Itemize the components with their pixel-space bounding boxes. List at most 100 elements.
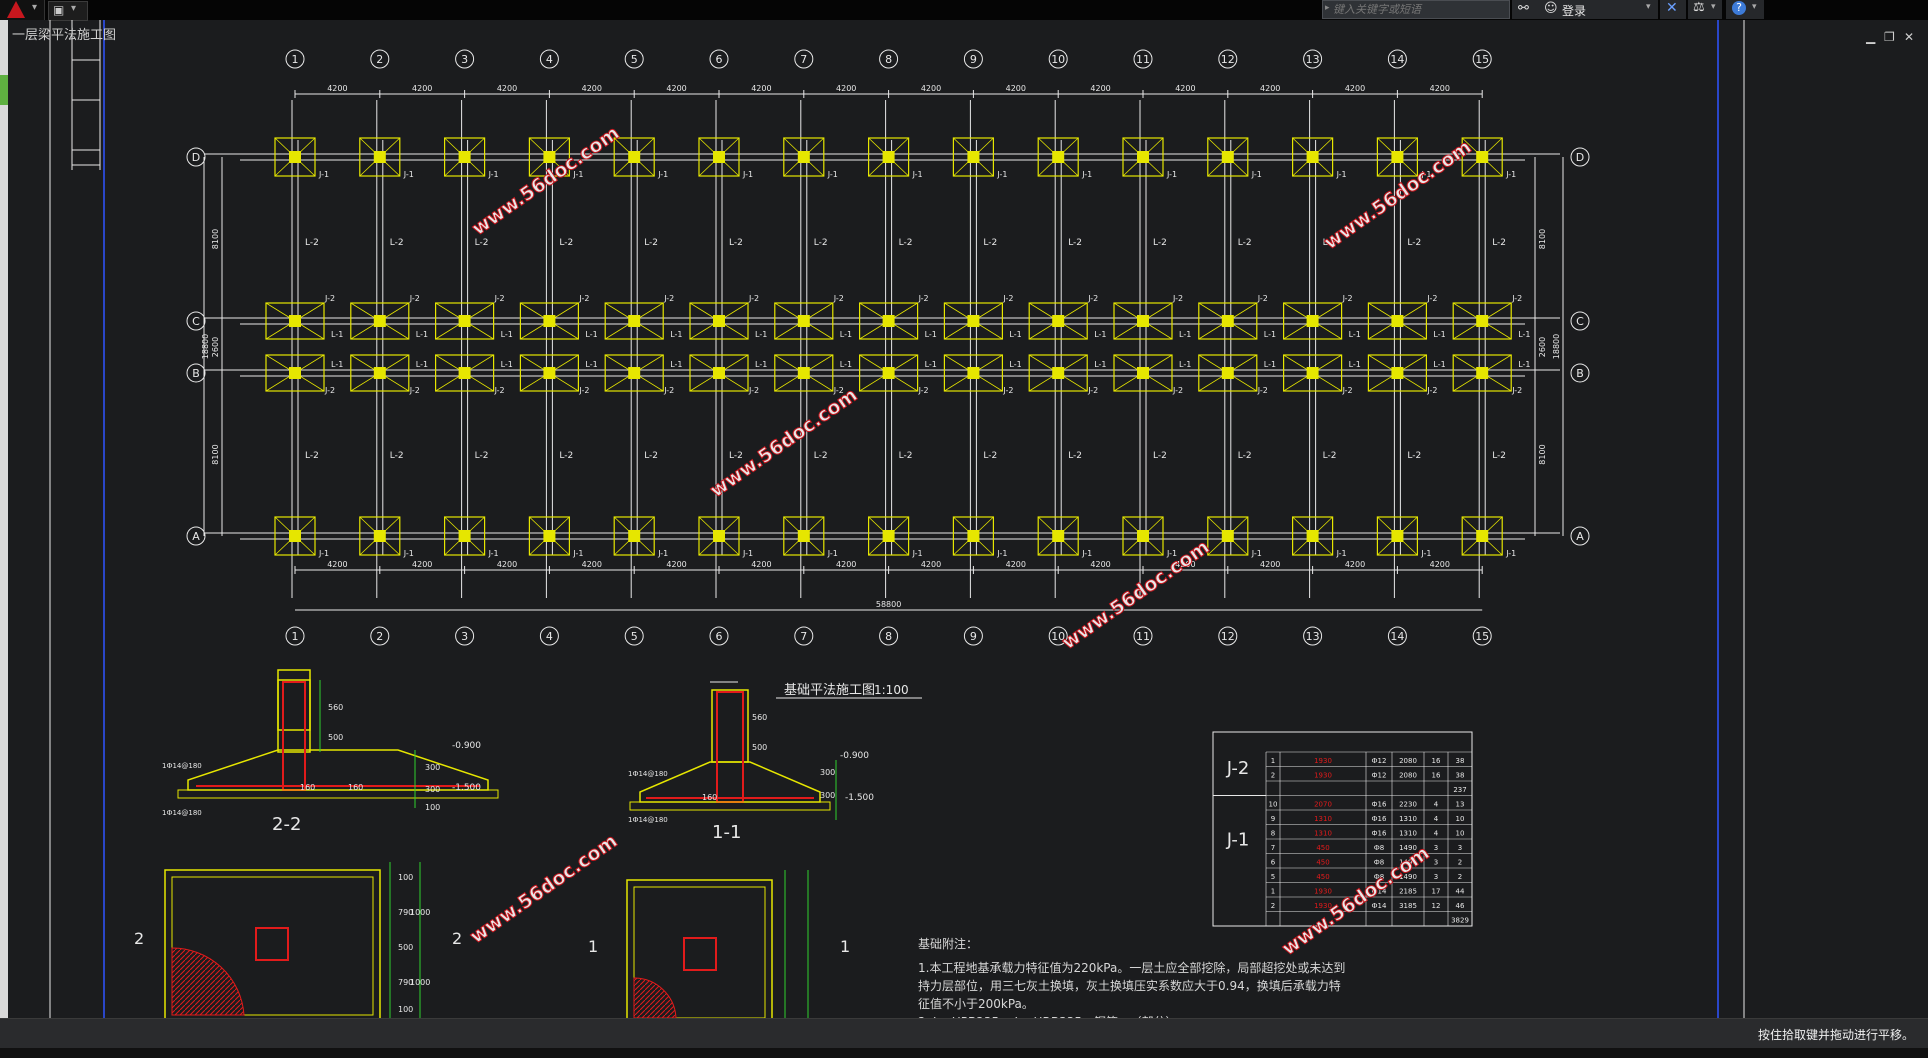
save-icon[interactable]: ▣ (53, 3, 64, 17)
table-cell: 2080 (1399, 757, 1417, 765)
exchange-button[interactable]: ✕ (1660, 0, 1686, 19)
beam-tag: L-1 (585, 330, 597, 339)
rebar-callout: 1Ф14@180 (162, 762, 202, 770)
axis-number: 12 (1221, 53, 1235, 66)
column (1476, 151, 1489, 163)
beam-tag: L-1 (1094, 330, 1106, 339)
help-search-box[interactable]: ▸ (1322, 0, 1510, 19)
notes-line-2: 持力层部位，用三七灰土换填，灰土换填压实系数应大于0.94，换填后承载力特 (918, 979, 1341, 993)
footing-tag: J-2 (748, 294, 759, 303)
chevron-down-icon: ▾ (1711, 2, 1716, 12)
dimension-text: 1000 (410, 978, 430, 987)
dimension-text: 300 (820, 768, 835, 777)
beam-tag: L-1 (1094, 360, 1106, 369)
footing-tag: J-2 (1087, 386, 1098, 395)
table-cell: 10 (1456, 830, 1465, 838)
beam-tag: L-2 (899, 238, 913, 248)
table-cell: 4 (1434, 801, 1439, 809)
column (713, 367, 725, 379)
axis-number: 14 (1390, 53, 1404, 66)
column (1137, 151, 1149, 163)
column (543, 315, 556, 327)
beam-tag: L-2 (1153, 238, 1167, 248)
column-section-j1 (683, 937, 717, 971)
table-cell: 46 (1456, 902, 1465, 910)
column (289, 367, 301, 379)
column (458, 367, 471, 379)
drawing-canvas[interactable]: 1122334455667788991010111112121313141415… (0, 20, 1928, 1018)
beam-tag: L-2 (1068, 238, 1082, 248)
application-menu-button[interactable]: ▾ (0, 0, 45, 20)
column (1137, 530, 1149, 542)
footing-tag: J-2 (1172, 294, 1183, 303)
footing-tag: J-1 (996, 170, 1007, 179)
bay-dimension: 4200 (836, 560, 856, 569)
axis-letter: B (1576, 367, 1584, 380)
beam-tag: L-1 (331, 360, 343, 369)
table-cell: 1310 (1314, 815, 1332, 823)
table-group-label: J-1 (1226, 830, 1250, 851)
footing-tag: J-2 (918, 386, 929, 395)
bay-dimension: 4200 (1345, 560, 1365, 569)
table-cell: Ф16 (1372, 830, 1387, 838)
table-cell: 450 (1316, 844, 1329, 852)
footing-tag: J-2 (324, 294, 335, 303)
dimension-text: 500 (328, 733, 343, 742)
axis-number: 6 (716, 630, 723, 643)
bay-dimension: 4200 (582, 560, 602, 569)
axis-letter: C (192, 315, 200, 328)
rebar-callout: 1Ф14@180 (628, 770, 668, 778)
bay-dimension: 4200 (1345, 84, 1365, 93)
dimension-text: 300 (425, 763, 440, 772)
search-input[interactable] (1333, 2, 1503, 17)
beam-tag: L-2 (814, 238, 828, 248)
column (713, 530, 725, 542)
column (797, 151, 810, 163)
table-cell: Ф16 (1372, 815, 1387, 823)
footing-tag: J-1 (1505, 549, 1516, 558)
footing-tag: J-1 (1081, 170, 1092, 179)
total-width: 18800 (201, 334, 210, 359)
axis-number: 6 (716, 53, 723, 66)
chevron-down-icon[interactable]: ▾ (71, 3, 76, 14)
binoculars-icon: ⚯ (1518, 1, 1529, 16)
beam-tag: L-2 (305, 238, 319, 248)
column (543, 367, 556, 379)
footing-tag: J-1 (657, 549, 668, 558)
footing-tag: J-1 (657, 170, 668, 179)
notes-line-1: 1.本工程地基承载力特征值为220kPa。一层土应全部挖除，局部超挖处或未达到 (918, 961, 1346, 975)
help-button[interactable]: ? ▾ (1726, 0, 1764, 19)
table-cell: Ф8 (1374, 844, 1384, 852)
footing-tag: J-2 (1257, 386, 1268, 395)
dimension-text: 300 (425, 785, 440, 794)
column (1476, 315, 1489, 327)
beam-tag: L-1 (925, 330, 937, 339)
quick-access-toolbar[interactable]: ▣ ▾ (48, 1, 88, 21)
search-expand-icon[interactable]: ▸ (1325, 3, 1330, 13)
beam-tag: L-2 (1238, 238, 1252, 248)
elevation-text: -1.500 (845, 793, 874, 803)
sign-in-button[interactable]: ☺ 登录 ▾ (1540, 0, 1658, 19)
binoculars-button[interactable]: ⚯ (1512, 0, 1540, 19)
axis-number: 12 (1221, 630, 1235, 643)
table-cell: 8 (1271, 830, 1275, 838)
table-cell: 5 (1271, 873, 1275, 881)
footing-tag: J-2 (578, 386, 589, 395)
footing-tag: J-2 (1511, 386, 1522, 395)
section-2-2-bedding (177, 789, 499, 799)
axis-letter: D (1576, 151, 1584, 164)
table-cell: 3 (1434, 873, 1438, 881)
axis-number: 11 (1136, 630, 1150, 643)
beam-tag: L-2 (1238, 451, 1252, 461)
foundation-details: 160 160 560 500 300 300 100 -0.900 -1.500 1Ф14@18… (134, 669, 922, 1018)
footing-tag: J-1 (572, 549, 583, 558)
beam-tag: L-2 (475, 451, 489, 461)
footing-tag: J-1 (1251, 549, 1262, 558)
table-cell: 1930 (1314, 772, 1332, 780)
connect-button[interactable]: ⚖ ▾ (1688, 0, 1722, 19)
beam-tag: L-2 (1153, 451, 1167, 461)
dimension-text: 100 (398, 1005, 413, 1014)
axis-number: 8 (885, 630, 892, 643)
section-1-1-footing (639, 761, 821, 803)
footing-tag: J-2 (748, 386, 759, 395)
